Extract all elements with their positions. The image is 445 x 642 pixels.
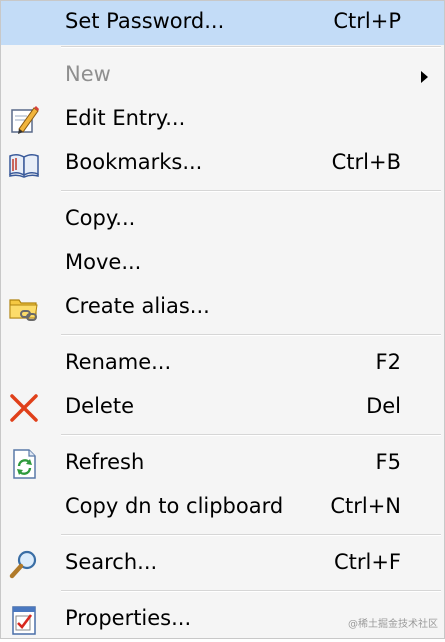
menu-item-refresh[interactable]: Refresh F5 — [1, 442, 444, 486]
menu-separator — [61, 590, 441, 592]
menu-item-set-password[interactable]: Set Password... Ctrl+P — [1, 1, 444, 45]
menu-item-shortcut: Ctrl+B — [331, 150, 401, 174]
magnifier-icon — [9, 550, 37, 579]
menu-item-bookmarks[interactable]: Bookmarks... Ctrl+B — [1, 142, 444, 186]
menu-item-shortcut: Ctrl+P — [333, 9, 401, 33]
menu-item-copy-dn[interactable]: Copy dn to clipboard Ctrl+N — [1, 486, 444, 530]
menu-item-edit-entry[interactable]: Edit Entry... — [1, 98, 444, 142]
menu-item-shortcut: F5 — [375, 450, 401, 474]
properties-check-icon — [12, 606, 36, 635]
context-menu: Set Password... Ctrl+P New Edit Entry...… — [0, 0, 445, 639]
delete-x-icon — [10, 394, 38, 422]
menu-item-label: Move... — [65, 250, 142, 274]
menu-separator — [61, 190, 441, 192]
menu-item-shortcut: Ctrl+F — [333, 550, 401, 574]
menu-item-delete[interactable]: Delete Del — [1, 386, 444, 430]
menu-item-shortcut: Del — [366, 394, 401, 418]
menu-item-label: Properties... — [65, 606, 192, 630]
menu-item-create-alias[interactable]: Create alias... — [1, 286, 444, 330]
menu-separator — [61, 46, 441, 48]
refresh-icon — [13, 449, 36, 479]
menu-item-copy[interactable]: Copy... — [1, 198, 444, 242]
submenu-arrow-icon — [421, 71, 428, 83]
menu-item-label: Rename... — [65, 350, 172, 374]
menu-item-label: Refresh — [65, 450, 145, 474]
menu-item-label: New — [65, 62, 111, 86]
menu-item-move[interactable]: Move... — [1, 242, 444, 286]
menu-item-label: Bookmarks... — [65, 150, 203, 174]
watermark-text: @稀土掘金技术社区 — [348, 619, 438, 630]
pencil-icon — [11, 106, 39, 134]
menu-item-label: Set Password... — [65, 9, 225, 33]
menu-item-search[interactable]: Search... Ctrl+F — [1, 542, 444, 586]
menu-item-label: Search... — [65, 550, 158, 574]
menu-item-shortcut: F2 — [375, 350, 401, 374]
menu-item-shortcut: Ctrl+N — [330, 494, 401, 518]
menu-separator — [61, 434, 441, 436]
menu-item-label: Copy... — [65, 206, 136, 230]
menu-item-new[interactable]: New — [1, 54, 444, 98]
menu-item-label: Copy dn to clipboard — [65, 494, 284, 518]
menu-separator — [61, 534, 441, 536]
folder-link-icon — [9, 299, 38, 321]
book-icon — [9, 153, 39, 178]
menu-item-rename[interactable]: Rename... F2 — [1, 342, 444, 386]
menu-separator — [61, 334, 441, 336]
menu-item-label: Edit Entry... — [65, 106, 186, 130]
menu-item-label: Create alias... — [65, 294, 210, 318]
menu-item-label: Delete — [65, 394, 134, 418]
